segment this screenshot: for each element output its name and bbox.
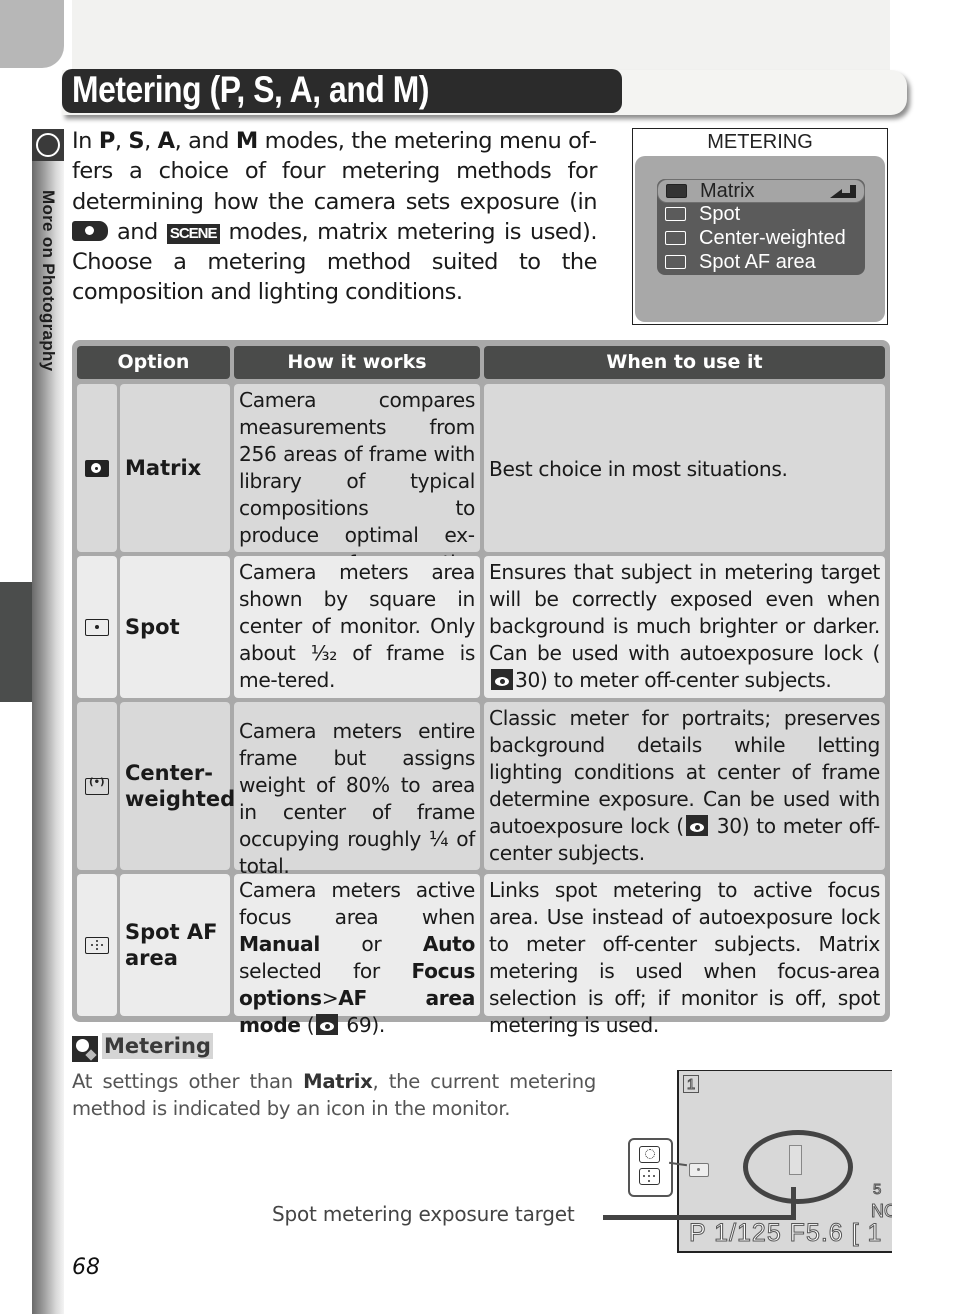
page-reference[interactable]: 30 xyxy=(515,668,540,692)
spot-metering-indicator-icon xyxy=(689,1163,709,1177)
page-reference-icon xyxy=(316,1014,339,1036)
intro-paragraph: In P, S, A, and M modes, the metering me… xyxy=(72,128,598,306)
exposure-status-line: P 1/125 F5.6 [ 1 xyxy=(688,1219,883,1248)
page-reference[interactable]: 69 xyxy=(346,1013,371,1037)
metering-icons-callout xyxy=(628,1138,673,1197)
leader-line xyxy=(603,1215,796,1220)
header-when-to-use: When to use it xyxy=(484,346,885,379)
section-label: More on Photography xyxy=(39,190,58,372)
option-name: Spot AF area xyxy=(120,874,230,1016)
menu-item-spot[interactable]: Spot xyxy=(657,203,865,227)
when-to-use-cell: Links spot metering to active focus area… xyxy=(484,874,885,1037)
page-reference-icon xyxy=(491,669,513,691)
spot-metering-icon xyxy=(85,618,109,636)
menu-title: METERING xyxy=(707,131,813,153)
metering-menu-screenshot: METERING Matrix Spot Center-weighted Spo… xyxy=(632,128,888,325)
center-weighted-icon xyxy=(85,777,109,795)
how-it-works-cell: Camera meters active fo­cus area when Ma… xyxy=(234,874,480,1037)
matrix-metering-icon xyxy=(666,184,687,198)
how-it-works-cell: Camera compares mea­surements from 256 a… xyxy=(234,384,480,602)
frame-indicator: 1 xyxy=(683,1075,699,1094)
when-to-use-cell: Classic meter for portraits; preserves b… xyxy=(484,702,885,870)
monitor-right-indicator: 5 xyxy=(872,1181,882,1199)
menu-item-label: Spot xyxy=(699,203,741,225)
enter-arrow-icon xyxy=(830,185,856,198)
spot-target-box xyxy=(789,1145,802,1175)
scene-mode-icon: SCENE xyxy=(166,223,220,244)
when-to-use-cell: Ensures that subject in metering target … xyxy=(484,556,885,698)
how-it-works-cell: Camera meters area shown by square in ce… xyxy=(234,556,480,698)
page-number: 68 xyxy=(72,1255,100,1280)
option-name: Center-weighted xyxy=(120,702,235,870)
spot-af-area-icon xyxy=(85,936,109,954)
monitor-caption: Spot metering exposure target xyxy=(272,1202,575,1226)
menu-screen: Matrix Spot Center-weighted Spot AF area xyxy=(635,156,885,322)
menu-item-matrix[interactable]: Matrix xyxy=(657,179,865,203)
page-reference[interactable]: 30 xyxy=(717,814,742,838)
center-weighted-icon xyxy=(639,1146,660,1163)
auto-mode-camera-icon xyxy=(72,220,108,241)
table-row-icon-cell xyxy=(77,556,117,698)
spot-metering-icon xyxy=(665,207,686,221)
tip-body: At settings other than Matrix, the curre… xyxy=(72,1070,596,1120)
menu-item-label: Center-weighted xyxy=(699,227,846,249)
center-weighted-icon xyxy=(665,231,686,245)
page-title: Metering (P, S, A, and M) xyxy=(72,69,429,110)
corner-tab xyxy=(0,0,64,68)
menu-item-label: Matrix xyxy=(700,180,755,202)
chapter-tab xyxy=(0,582,32,702)
table-row-icon-cell xyxy=(77,702,117,870)
spot-af-area-icon xyxy=(665,255,686,269)
header-how-it-works: How it works xyxy=(234,346,480,379)
menu-list: Matrix Spot Center-weighted Spot AF area xyxy=(657,179,865,275)
monitor-illustration: 1 5 NOR P 1/125 F5.6 [ 1 xyxy=(677,1070,892,1253)
table-row-icon-cell xyxy=(77,384,117,552)
matrix-metering-icon xyxy=(85,459,109,477)
tip-magnifier-icon xyxy=(72,1036,98,1062)
when-to-use-cell: Best choice in most situations. xyxy=(484,384,885,552)
tip-title: Metering xyxy=(102,1033,213,1059)
spot-af-area-icon xyxy=(639,1168,660,1185)
option-name: Spot xyxy=(120,556,230,698)
menu-item-spot-af-area[interactable]: Spot AF area xyxy=(657,251,865,275)
page-reference-icon xyxy=(685,815,708,837)
when-text: Best choice in most situations. xyxy=(489,456,788,481)
menu-item-label: Spot AF area xyxy=(699,251,816,273)
how-it-works-cell: Camera meters entire frame but assigns w… xyxy=(234,702,480,878)
header-panel xyxy=(72,0,890,72)
table-row-icon-cell xyxy=(77,874,117,1016)
metering-options-table: Option How it works When to use it Matri… xyxy=(72,340,890,1037)
circle-icon xyxy=(36,133,60,157)
menu-item-center-weighted[interactable]: Center-weighted xyxy=(657,227,865,251)
option-name: Matrix xyxy=(120,384,230,552)
header-option: Option xyxy=(77,346,230,379)
